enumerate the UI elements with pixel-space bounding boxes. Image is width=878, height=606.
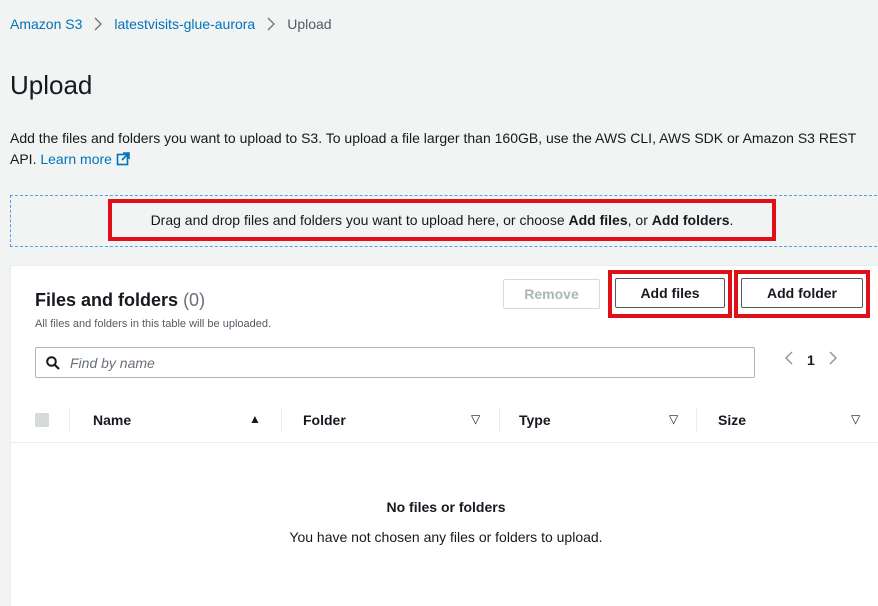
chevron-right-icon [267,17,276,31]
panel-subtitle: All files and folders in this table will… [35,318,272,330]
sort-icon[interactable]: ▽ [471,412,480,426]
description-text: Add the files and folders you want to up… [10,130,856,167]
dropzone-add-folders: Add folders [651,212,730,228]
external-link-icon [116,151,130,172]
table-header: Name ▲ Folder ▽ Type ▽ Size ▽ [11,398,878,443]
learn-more-link[interactable]: Learn more [40,151,130,167]
breadcrumb-current: Upload [287,16,332,32]
page-title: Upload [10,70,93,100]
breadcrumb-link-amazon-s3[interactable]: Amazon S3 [10,16,82,32]
learn-more-label: Learn more [40,151,112,167]
sort-icon[interactable]: ▽ [669,412,678,426]
search-input[interactable] [68,353,732,372]
add-files-button[interactable]: Add files [615,278,725,308]
dropzone-text: Drag and drop files and folders you want… [150,212,569,228]
column-divider [69,408,70,432]
column-header-name[interactable]: Name [93,412,131,428]
select-all-checkbox[interactable] [35,413,49,427]
page-number[interactable]: 1 [807,352,815,368]
dropzone-message: Drag and drop files and folders you want… [108,199,776,241]
sort-ascending-icon[interactable]: ▲ [249,412,261,426]
remove-button[interactable]: Remove [503,279,600,309]
search-box [35,347,755,378]
column-divider[interactable] [499,408,500,432]
empty-state-message: You have not chosen any files or folders… [289,529,603,545]
chevron-left-icon[interactable] [779,351,799,368]
sort-icon[interactable]: ▽ [851,412,860,426]
file-count: (0) [183,290,206,310]
chevron-right-icon[interactable] [823,351,843,368]
search-icon [46,355,60,370]
pagination: 1 [779,351,843,368]
add-folder-button[interactable]: Add folder [741,278,863,308]
column-divider[interactable] [281,408,282,432]
column-divider[interactable] [696,408,697,432]
empty-state-title: No files or folders [386,499,506,515]
dropzone-text-end: . [729,212,734,228]
column-header-type[interactable]: Type [519,412,551,428]
dropzone-add-files: Add files [568,212,628,228]
chevron-right-icon [94,17,103,31]
files-and-folders-panel: Files and folders (0) All files and fold… [10,265,878,606]
column-header-folder[interactable]: Folder [303,412,346,428]
breadcrumb: Amazon S3 latestvisits-glue-aurora Uploa… [10,16,332,32]
column-header-size[interactable]: Size [718,412,746,428]
breadcrumb-link-bucket[interactable]: latestvisits-glue-aurora [114,16,255,32]
page-description: Add the files and folders you want to up… [10,128,878,172]
panel-title-label: Files and folders [35,290,179,310]
dropzone-text-middle: , or [627,212,652,228]
panel-title: Files and folders (0) [35,290,205,311]
